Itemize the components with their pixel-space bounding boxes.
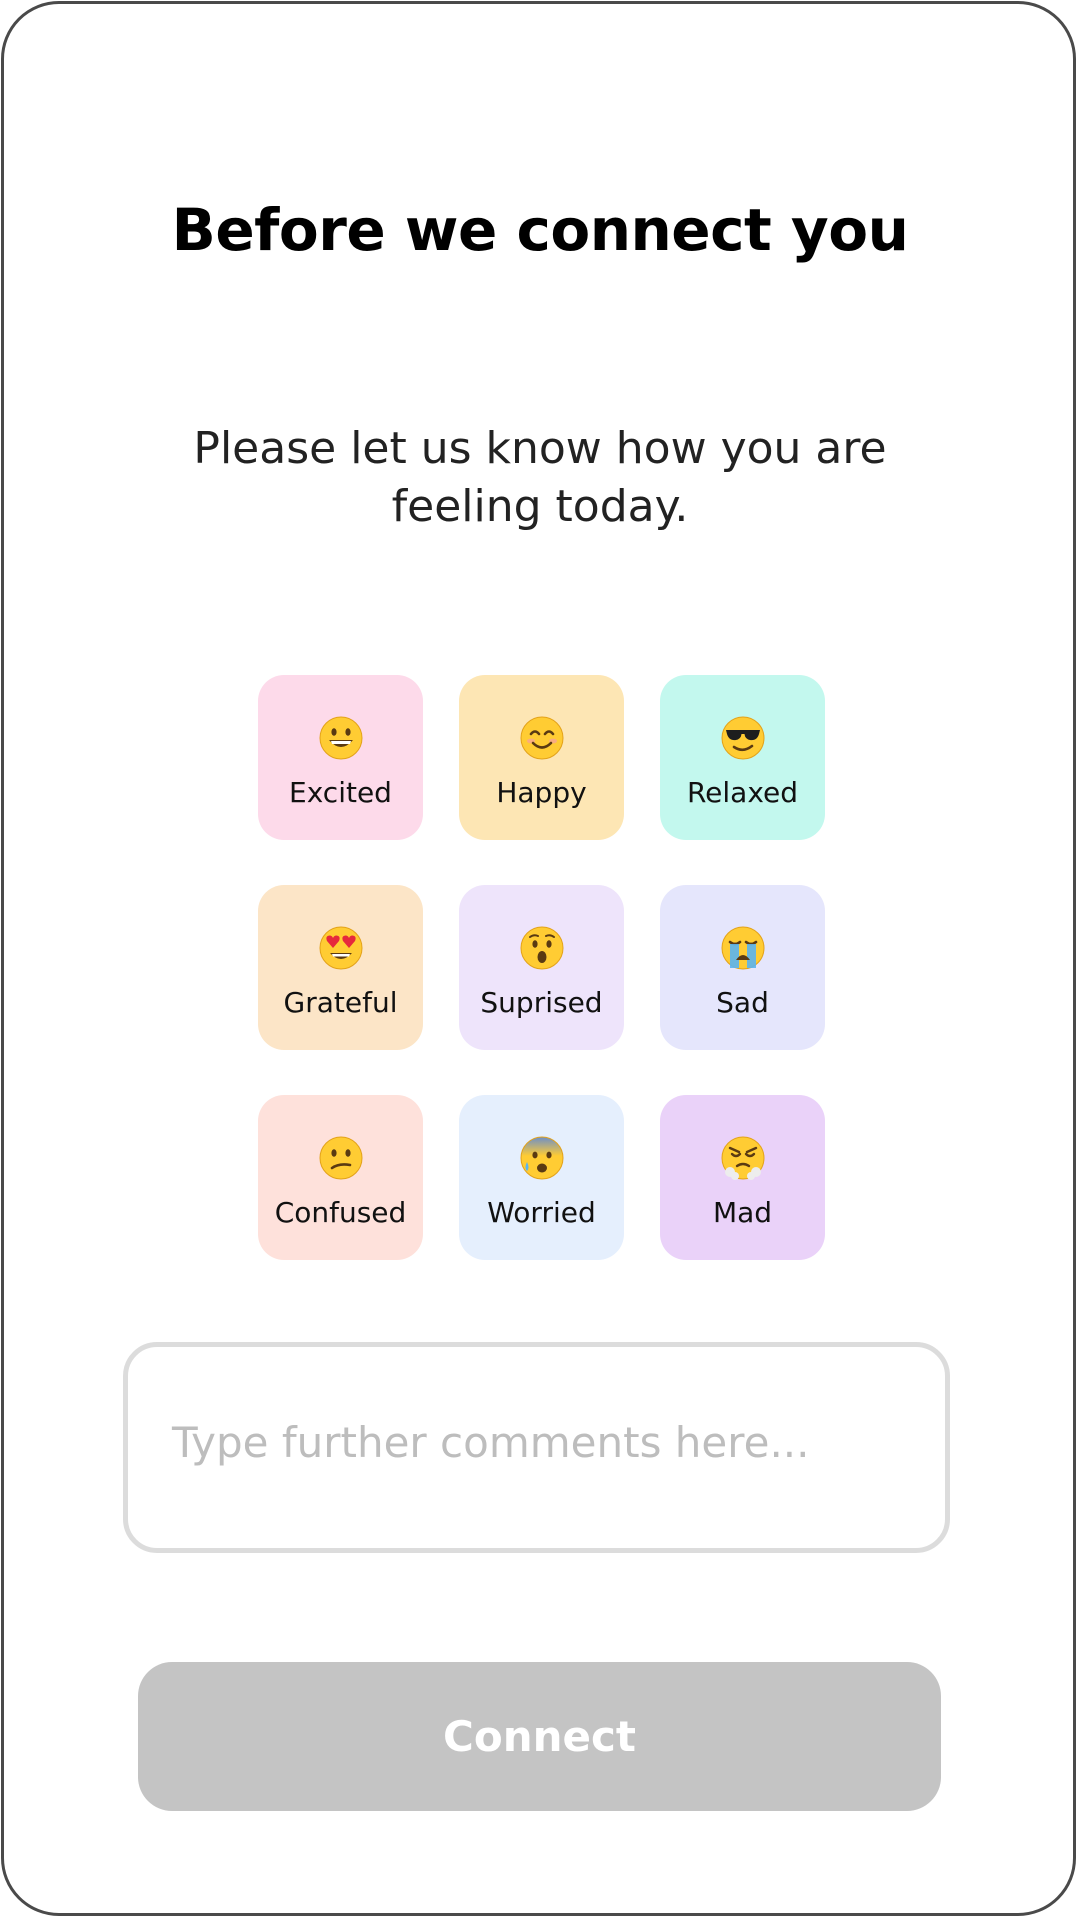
mood-label-grateful: Grateful xyxy=(283,985,398,1019)
mood-label-excited: Excited xyxy=(289,775,392,809)
page-title: Before we connect you xyxy=(171,196,909,264)
confused-face-icon xyxy=(319,1136,362,1179)
mood-tile-grateful[interactable]: Grateful xyxy=(258,885,423,1050)
sunglasses-face-icon xyxy=(721,716,764,759)
astonished-face-icon xyxy=(520,926,563,969)
connect-button[interactable]: Connect xyxy=(138,1662,941,1811)
mood-tile-excited[interactable]: Excited xyxy=(258,675,423,840)
mood-grid: Excited Happy Relaxed Grateful Suprised … xyxy=(258,675,826,1260)
mood-label-relaxed: Relaxed xyxy=(686,775,799,809)
comments-placeholder: Type further comments here... xyxy=(172,1418,810,1467)
smiling-face-icon xyxy=(520,716,563,759)
mood-label-worried: Worried xyxy=(487,1195,596,1229)
steam-nose-face-icon xyxy=(721,1136,764,1180)
heart-eyes-face-icon xyxy=(319,926,362,969)
mood-tile-mad[interactable]: Mad xyxy=(660,1095,825,1260)
mood-label-mad: Mad xyxy=(712,1195,773,1229)
anxious-sweat-face-icon xyxy=(520,1136,563,1179)
mood-label-confused: Confused xyxy=(274,1195,407,1229)
comments-field[interactable]: Type further comments here... xyxy=(123,1342,950,1553)
mood-tile-sad[interactable]: Sad xyxy=(660,885,825,1050)
mood-tile-confused[interactable]: Confused xyxy=(258,1095,423,1260)
grinning-face-icon xyxy=(319,716,362,759)
crying-face-icon xyxy=(721,926,764,969)
mood-tile-suprised[interactable]: Suprised xyxy=(459,885,624,1050)
page-subtitle: Please let us know how you are feeling t… xyxy=(193,423,887,532)
mood-tile-happy[interactable]: Happy xyxy=(459,675,624,840)
mood-tile-relaxed[interactable]: Relaxed xyxy=(660,675,825,840)
mood-tile-worried[interactable]: Worried xyxy=(459,1095,624,1260)
mood-label-sad: Sad xyxy=(716,985,769,1019)
mood-label-suprised: Suprised xyxy=(480,985,603,1019)
mood-label-happy: Happy xyxy=(496,775,587,809)
